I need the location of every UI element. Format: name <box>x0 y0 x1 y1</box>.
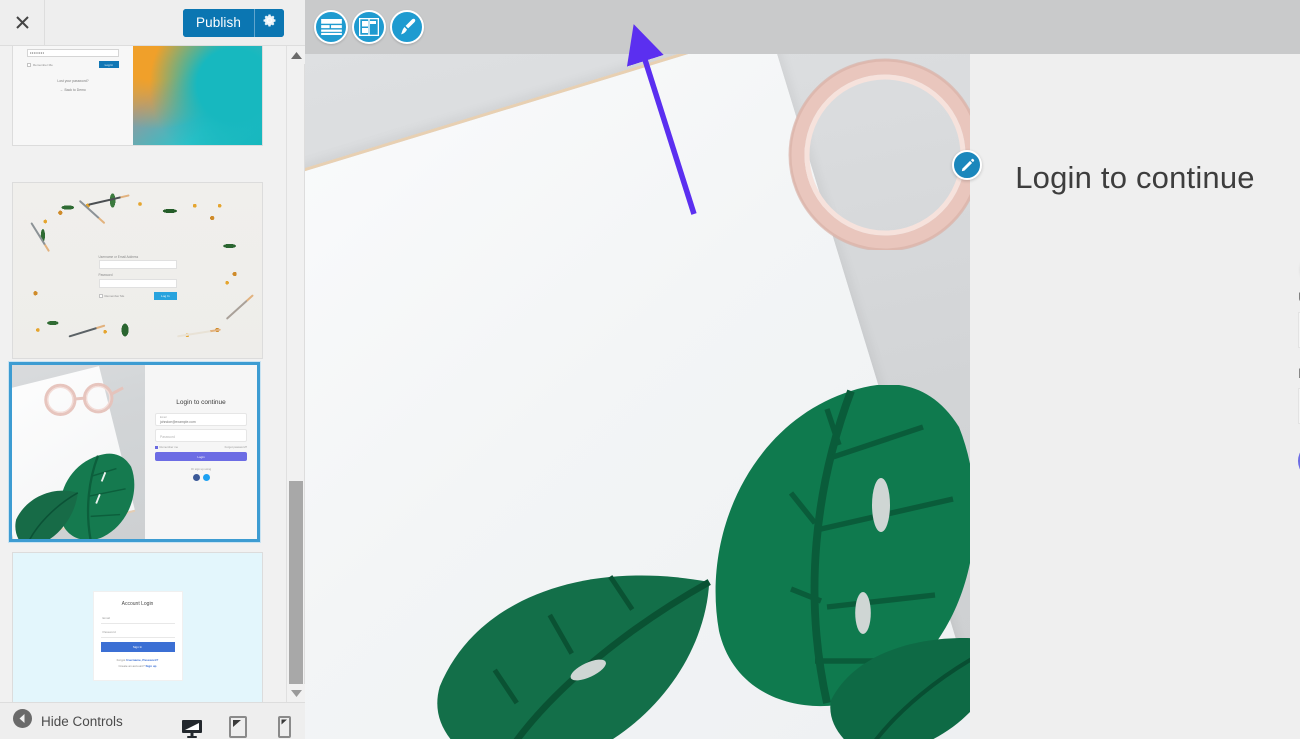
hero-photo <box>305 0 970 739</box>
thumb2-password-label: Password <box>98 273 113 278</box>
thumb1-remember-label: Remember Me <box>33 62 53 67</box>
thumb2-username-input <box>98 260 177 270</box>
publish-group: Publish <box>183 9 284 37</box>
thumb3-social: Or sign up using <box>155 467 247 481</box>
thumb3-leaf-icon-2 <box>15 490 79 539</box>
tablet-icon[interactable] <box>226 710 250 739</box>
thumb3-social-icons <box>155 473 247 481</box>
scroll-up-arrow-icon[interactable] <box>287 46 305 64</box>
thumb1-links: Lost your password? ← Back to Demo <box>27 79 119 97</box>
monstera-leaf-3 <box>830 638 970 739</box>
sections-icon[interactable] <box>314 10 348 44</box>
login-section: Login to continue Username Password Log … <box>970 0 1300 739</box>
scroll-down-arrow-icon[interactable] <box>287 684 305 702</box>
close-icon <box>15 15 30 30</box>
thumb4-forgot-row: Forgot Username, Password? <box>101 658 175 662</box>
thumb4-title: Account Login <box>121 601 154 607</box>
thumb1-row: Remember Me Log In <box>27 61 119 68</box>
thumb2-remember-label: Remember Me <box>104 293 125 298</box>
thumb3-email-field: Email johndoe@example.com <box>155 413 247 426</box>
preview-canvas: Login to continue Username Password Log … <box>305 0 1300 739</box>
thumb3-password-field: Password <box>155 429 247 442</box>
device-preview-group <box>180 710 296 739</box>
hide-controls-button[interactable]: Hide Controls <box>13 709 123 733</box>
checkbox-icon <box>155 445 158 449</box>
thumb1-lost-password: Lost your password? <box>57 79 89 83</box>
thumb1-back-link: ← Back to Demo <box>60 88 86 92</box>
checkbox-icon <box>98 293 103 298</box>
customizer-window: Publish •••••••• Remember Me Log In Lost… <box>0 0 1300 739</box>
thumb2-remember: Remember Me <box>98 293 125 298</box>
thumb3-title: Login to continue <box>176 399 226 406</box>
thumb2-password-input <box>98 278 177 288</box>
thumb3-submit: Login <box>155 452 247 461</box>
monstera-leaf-2 <box>437 575 711 739</box>
sidebar-bottom-bar: Hide Controls <box>0 702 305 739</box>
thumb1-form-side: •••••••• Remember Me Log In Lost your pa… <box>13 46 133 145</box>
thumb3-form: Email johndoe@example.com Password Remem… <box>155 413 247 481</box>
thumb1-password-input: •••••••• <box>27 49 119 57</box>
thumb3-remember: Remember me <box>155 445 178 449</box>
facebook-icon <box>192 473 200 481</box>
desktop-icon[interactable] <box>180 710 204 739</box>
thumb4-links: Forgot Username, Password? Create an acc… <box>101 658 175 668</box>
thumb4-create-link: Sign up <box>145 664 157 668</box>
customizer-sidebar: Publish •••••••• Remember Me Log In Lost… <box>0 0 305 739</box>
thumb4-create-row: Create an account? Sign up <box>101 664 175 668</box>
scrollbar-thumb[interactable] <box>289 481 303 699</box>
thumb3-forgot-link: Forgot password? <box>224 445 247 449</box>
thumb2-submit: Log In <box>154 291 177 300</box>
thumb1-photo <box>133 46 262 145</box>
close-button[interactable] <box>0 0 45 45</box>
glasses-photo-element <box>788 58 970 250</box>
thumb4-create-prefix: Create an account? <box>118 664 146 668</box>
thumb4-card: Account Login Email Password Sign In For… <box>92 591 183 681</box>
preview-toolbar <box>305 0 1300 54</box>
template-thumbnail-1[interactable]: •••••••• Remember Me Log In Lost your pa… <box>12 46 263 146</box>
thumb1-remember: Remember Me <box>27 62 53 67</box>
publish-button[interactable]: Publish <box>183 9 254 37</box>
thumb3-form-side: Login to continue Email johndoe@example.… <box>145 365 257 539</box>
thumb2-username-label: Username or Email Address <box>98 254 139 259</box>
thumb3-glasses-icon <box>44 382 124 416</box>
pencil-edit-icon-hero[interactable] <box>952 150 982 180</box>
chevron-left-icon <box>13 709 32 733</box>
page-title: Login to continue <box>1015 160 1255 195</box>
template-thumbnail-2[interactable]: Username or Email Address Password Remem… <box>12 182 263 359</box>
thumb3-social-caption: Or sign up using <box>190 467 212 471</box>
thumb1-submit: Log In <box>98 61 119 68</box>
gear-icon <box>262 13 277 33</box>
design-icon[interactable] <box>390 10 424 44</box>
thumb3-meta-row: Remember me Forgot password? <box>155 445 247 449</box>
hide-controls-label: Hide Controls <box>41 713 123 729</box>
publish-settings-button[interactable] <box>254 9 284 37</box>
checkbox-icon <box>27 62 31 67</box>
thumb4-email-field: Email <box>100 614 175 624</box>
template-thumbnail-3-selected[interactable]: Login to continue Email johndoe@example.… <box>8 361 261 543</box>
sidebar-scrollbar[interactable] <box>286 46 305 702</box>
mobile-icon[interactable] <box>272 710 296 739</box>
template-thumbnail-list[interactable]: •••••••• Remember Me Log In Lost your pa… <box>0 46 287 702</box>
thumb1-form: •••••••• Remember Me Log In <box>27 49 119 68</box>
thumb4-submit: Sign In <box>100 642 175 652</box>
thumb4-forgot-prefix: Forgot <box>116 658 127 662</box>
thumb2-form: Username or Email Address Password Remem… <box>98 254 177 300</box>
thumb3-email-value: johndoe@example.com <box>160 420 196 424</box>
thumb3-photo <box>12 365 145 539</box>
thumb4-password-field: Password <box>100 628 175 638</box>
thumb3-password-placeholder: Password <box>160 434 175 439</box>
thumb3-remember-label: Remember me <box>159 445 179 449</box>
sidebar-topbar: Publish <box>0 0 305 46</box>
thumb4-forgot-link: Username, Password? <box>126 658 159 662</box>
thumb2-row: Remember Me Log In <box>98 291 177 300</box>
template-thumbnail-4[interactable]: Account Login Email Password Sign In For… <box>12 552 263 702</box>
twitter-icon <box>202 473 210 481</box>
thumb3-email-label: Email <box>160 415 167 419</box>
layout-icon[interactable] <box>352 10 386 44</box>
